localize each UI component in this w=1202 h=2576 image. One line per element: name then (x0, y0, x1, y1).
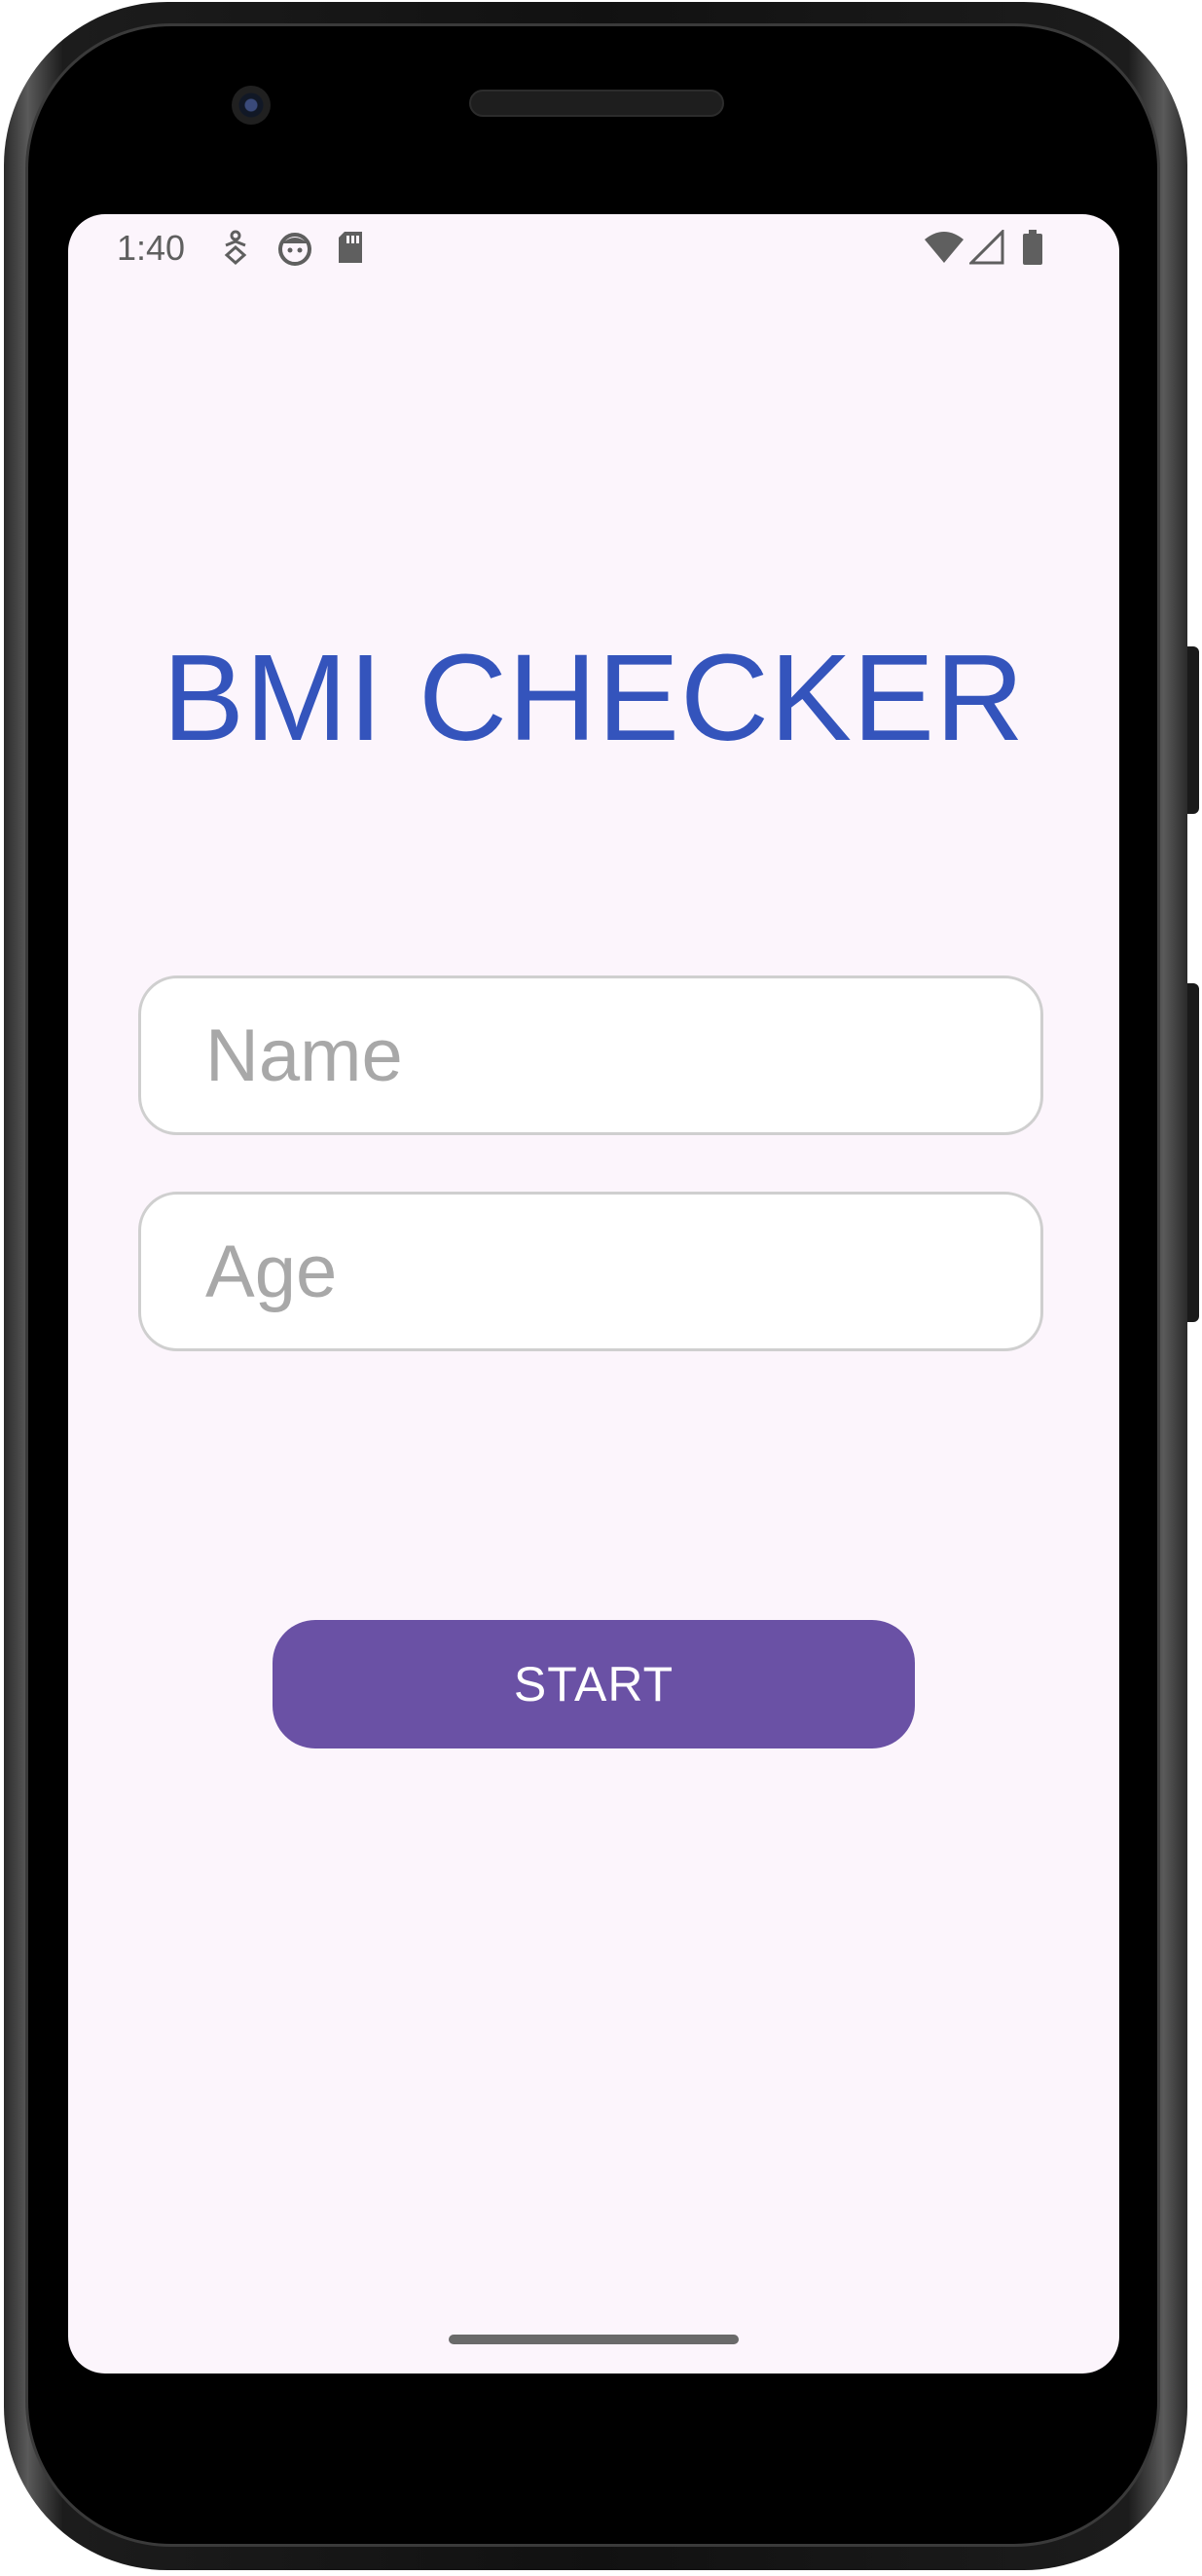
phone-device: 1:40 BMI CHECKER Name Age START (0, 0, 1202, 2576)
sd-card-icon (337, 230, 364, 270)
name-field[interactable] (138, 975, 1043, 1135)
name-input[interactable] (141, 978, 1040, 1132)
app-screen: 1:40 BMI CHECKER Name Age START (68, 214, 1119, 2374)
face-icon (276, 230, 313, 272)
signal-icon (967, 228, 1004, 270)
accessibility-icon (222, 230, 249, 272)
age-input[interactable] (141, 1195, 1040, 1348)
front-camera (232, 86, 271, 125)
earpiece-speaker (469, 90, 724, 117)
volume-button (1187, 983, 1199, 1322)
status-bar: 1:40 (68, 214, 1119, 282)
age-field[interactable] (138, 1192, 1043, 1351)
wifi-icon (925, 230, 964, 270)
app-title: BMI CHECKER (162, 629, 1026, 767)
status-time: 1:40 (117, 228, 186, 268)
start-button[interactable]: START (273, 1620, 915, 1748)
power-button (1187, 646, 1199, 814)
home-indicator[interactable] (449, 2335, 739, 2344)
battery-icon (1022, 230, 1043, 272)
